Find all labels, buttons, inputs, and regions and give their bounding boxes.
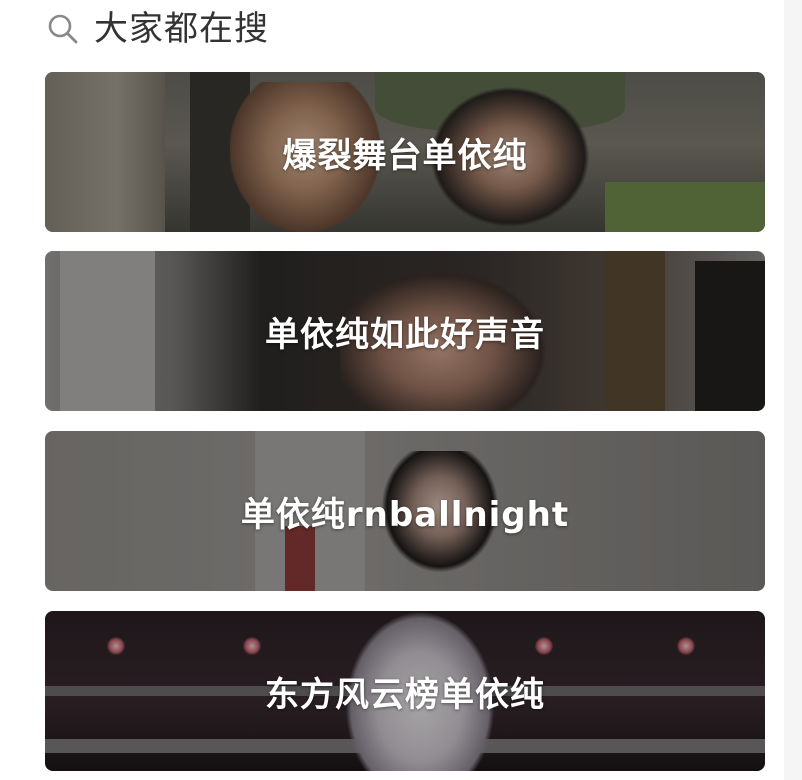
card-label: 东方风云榜单依纯 [265,674,545,715]
section-title: 大家都在搜 [94,9,269,49]
trending-card-2[interactable]: 单依纯如此好声音 [45,251,765,411]
search-trending-page: 大家都在搜 爆裂舞台单依纯 单依纯如此好声音 单依纯rnballnight 东方… [0,0,802,780]
card-label: 单依纯rnballnight [240,494,570,535]
trending-card-4[interactable]: 东方风云榜单依纯 [45,611,765,771]
trending-card-3[interactable]: 单依纯rnballnight [45,431,765,591]
search-icon[interactable] [46,12,80,46]
trending-card-1[interactable]: 爆裂舞台单依纯 [45,72,765,232]
card-label: 爆裂舞台单依纯 [282,135,528,176]
card-label: 单依纯如此好声音 [265,314,545,355]
scroll-edge [784,0,802,780]
trending-header: 大家都在搜 [46,0,269,58]
